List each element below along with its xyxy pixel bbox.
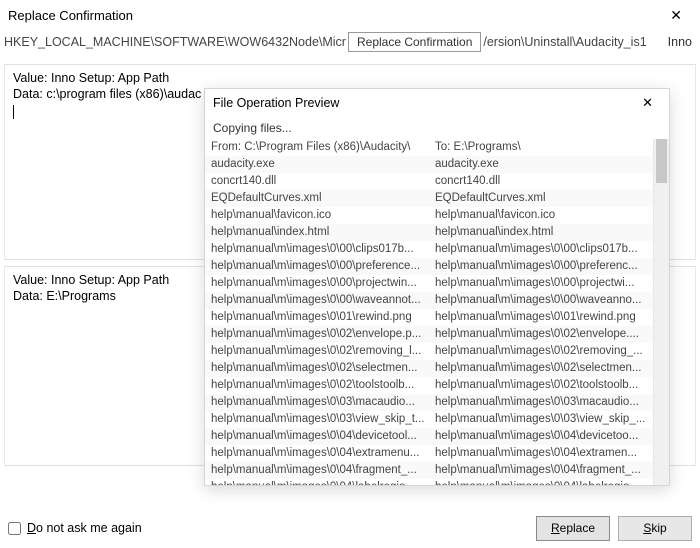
preview-file-to: help\manual\m\images\0\00\projectwi...: [429, 275, 653, 292]
preview-file-row[interactable]: help\manual\m\images\0\02\removing_l...h…: [205, 343, 653, 360]
preview-file-from: help\manual\m\images\0\02\selectmen...: [205, 360, 429, 377]
preview-file-row[interactable]: help\manual\m\images\0\02\toolstoolb...h…: [205, 377, 653, 394]
close-icon[interactable]: ✕: [660, 3, 692, 28]
preview-close-icon[interactable]: ✕: [634, 93, 661, 113]
preview-file-from: help\manual\m\images\0\04\labelregio...: [205, 479, 429, 485]
preview-file-to: help\manual\favicon.ico: [429, 207, 653, 224]
preview-file-to: help\manual\m\images\0\00\preferenc...: [429, 258, 653, 275]
preview-file-row[interactable]: help\manual\m\images\0\00\projectwin...h…: [205, 275, 653, 292]
preview-file-row[interactable]: EQDefaultCurves.xmlEQDefaultCurves.xml: [205, 190, 653, 207]
preview-file-to: help\manual\m\images\0\02\selectmen...: [429, 360, 653, 377]
preview-file-to: help\manual\m\images\0\04\fragment_...: [429, 462, 653, 479]
source-value-label: Value: Inno Setup: App Path: [13, 71, 687, 85]
preview-file-to: help\manual\m\images\0\00\clips017b...: [429, 241, 653, 258]
preview-file-row[interactable]: help\manual\m\images\0\02\selectmen...he…: [205, 360, 653, 377]
preview-file-row[interactable]: help\manual\m\images\0\04\labelregio...h…: [205, 479, 653, 485]
preview-title: File Operation Preview: [213, 96, 634, 110]
preview-file-from: help\manual\m\images\0\01\rewind.png: [205, 309, 429, 326]
preview-file-to: help\manual\m\images\0\04\labelregio...: [429, 479, 653, 485]
preview-file-to: help\manual\m\images\0\02\envelope....: [429, 326, 653, 343]
preview-file-from: help\manual\m\images\0\04\extramenu...: [205, 445, 429, 462]
preview-file-row[interactable]: help\manual\m\images\0\02\envelope.p...h…: [205, 326, 653, 343]
preview-file-row[interactable]: concrt140.dllconcrt140.dll: [205, 173, 653, 190]
preview-file-to: help\manual\m\images\0\00\waveanno...: [429, 292, 653, 309]
preview-file-row[interactable]: help\manual\m\images\0\00\preference...h…: [205, 258, 653, 275]
preview-file-from: audacity.exe: [205, 156, 429, 173]
file-operation-preview-dialog: File Operation Preview ✕ Copying files..…: [204, 88, 670, 486]
preview-file-row[interactable]: help\manual\m\images\0\03\view_skip_t...…: [205, 411, 653, 428]
preview-header-row: From: C:\Program Files (x86)\Audacity\ T…: [205, 139, 653, 156]
preview-file-from: EQDefaultCurves.xml: [205, 190, 429, 207]
dont-ask-again-label: Do not ask me again: [27, 521, 142, 535]
registry-path-row: HKEY_LOCAL_MACHINE\SOFTWARE\WOW6432Node\…: [0, 30, 700, 58]
preview-file-from: help\manual\m\images\0\02\toolstoolb...: [205, 377, 429, 394]
preview-file-to: audacity.exe: [429, 156, 653, 173]
preview-file-to: help\manual\m\images\0\04\devicetoo...: [429, 428, 653, 445]
tooltip-replace-confirmation: Replace Confirmation: [348, 32, 481, 52]
preview-file-row[interactable]: help\manual\m\images\0\01\rewind.pnghelp…: [205, 309, 653, 326]
preview-file-row[interactable]: help\manual\favicon.icohelp\manual\favic…: [205, 207, 653, 224]
dont-ask-again-input[interactable]: [8, 522, 21, 535]
preview-file-from: help\manual\m\images\0\03\view_skip_t...: [205, 411, 429, 428]
preview-file-from: help\manual\m\images\0\02\envelope.p...: [205, 326, 429, 343]
preview-file-from: help\manual\m\images\0\04\fragment_...: [205, 462, 429, 479]
preview-header-to: To: E:\Programs\: [429, 139, 653, 156]
preview-file-from: concrt140.dll: [205, 173, 429, 190]
preview-file-from: help\manual\m\images\0\00\waveannot...: [205, 292, 429, 309]
preview-file-to: help\manual\m\images\0\03\view_skip_...: [429, 411, 653, 428]
preview-file-row[interactable]: audacity.exeaudacity.exe: [205, 156, 653, 173]
preview-body: From: C:\Program Files (x86)\Audacity\ T…: [205, 139, 669, 485]
dont-ask-again-checkbox[interactable]: Do not ask me again: [8, 521, 142, 535]
preview-file-to: help\manual\m\images\0\02\removing_...: [429, 343, 653, 360]
preview-file-to: help\manual\m\images\0\04\extramen...: [429, 445, 653, 462]
preview-file-from: help\manual\m\images\0\03\macaudio...: [205, 394, 429, 411]
preview-file-from: help\manual\m\images\0\02\removing_l...: [205, 343, 429, 360]
dialog-titlebar: Replace Confirmation ✕: [0, 0, 700, 30]
preview-file-from: help\manual\m\images\0\00\preference...: [205, 258, 429, 275]
preview-file-from: help\manual\index.html: [205, 224, 429, 241]
preview-scrollbar[interactable]: [653, 139, 669, 485]
preview-file-from: help\manual\m\images\0\00\projectwin...: [205, 275, 429, 292]
preview-file-from: help\manual\m\images\0\04\devicetool...: [205, 428, 429, 445]
preview-file-to: help\manual\index.html: [429, 224, 653, 241]
preview-file-to: help\manual\m\images\0\01\rewind.png: [429, 309, 653, 326]
registry-path-left: HKEY_LOCAL_MACHINE\SOFTWARE\WOW6432Node\…: [4, 35, 346, 49]
text-cursor: [13, 105, 14, 119]
preview-file-row[interactable]: help\manual\m\images\0\04\devicetool...h…: [205, 428, 653, 445]
registry-path-suffix: Inno: [668, 35, 692, 49]
preview-file-to: help\manual\m\images\0\03\macaudio...: [429, 394, 653, 411]
registry-path-right: /ersion\Uninstall\Audacity_is1: [483, 35, 646, 49]
preview-file-row[interactable]: help\manual\m\images\0\00\clips017b...he…: [205, 241, 653, 258]
preview-file-to: concrt140.dll: [429, 173, 653, 190]
preview-scrollbar-thumb[interactable]: [656, 139, 667, 183]
preview-file-from: help\manual\m\images\0\00\clips017b...: [205, 241, 429, 258]
preview-status: Copying files...: [205, 117, 669, 139]
preview-header-from: From: C:\Program Files (x86)\Audacity\: [205, 139, 429, 156]
preview-file-row[interactable]: help\manual\m\images\0\03\macaudio...hel…: [205, 394, 653, 411]
preview-file-row[interactable]: help\manual\m\images\0\04\fragment_...he…: [205, 462, 653, 479]
preview-titlebar: File Operation Preview ✕: [205, 89, 669, 117]
preview-file-list: From: C:\Program Files (x86)\Audacity\ T…: [205, 139, 653, 485]
replace-button[interactable]: Replace: [536, 516, 610, 541]
preview-file-from: help\manual\favicon.ico: [205, 207, 429, 224]
preview-file-to: EQDefaultCurves.xml: [429, 190, 653, 207]
dialog-title: Replace Confirmation: [8, 8, 660, 23]
preview-file-row[interactable]: help\manual\m\images\0\04\extramenu...he…: [205, 445, 653, 462]
skip-button[interactable]: Skip: [618, 516, 692, 541]
preview-file-row[interactable]: help\manual\m\images\0\00\waveannot...he…: [205, 292, 653, 309]
preview-file-to: help\manual\m\images\0\02\toolstoolb...: [429, 377, 653, 394]
preview-file-row[interactable]: help\manual\index.htmlhelp\manual\index.…: [205, 224, 653, 241]
dialog-button-bar: Do not ask me again Replace Skip: [0, 508, 700, 548]
